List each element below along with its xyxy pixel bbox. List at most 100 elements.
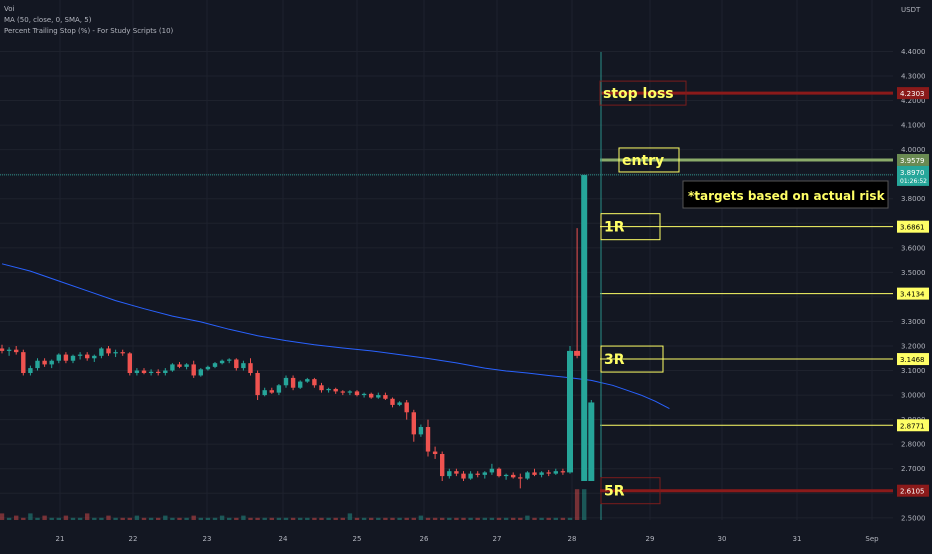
current-price-label: 3.8970 [900, 169, 925, 177]
price-axis[interactable]: 4.40004.30004.20004.10004.00003.90003.80… [897, 48, 929, 522]
volume-bar [276, 517, 282, 520]
volume-bar [85, 513, 90, 520]
symbol-label[interactable]: Voi [4, 4, 173, 15]
candle [369, 393, 374, 398]
volume-bar [290, 517, 296, 520]
candle [461, 473, 466, 479]
time-tick-label: 25 [353, 535, 362, 543]
candle [496, 468, 502, 477]
volume-bar [532, 517, 537, 520]
candle [383, 395, 388, 399]
volume-bar [156, 517, 161, 520]
price-label-2r: 3.4134 [900, 291, 925, 299]
candle [447, 471, 452, 477]
price-chart[interactable]: stop loss entry 1R 3R 5R *targets based on ac… [0, 0, 932, 550]
candle [511, 474, 516, 478]
candle [163, 370, 168, 373]
volume-bar [0, 513, 5, 520]
price-tick-label: 3.1000 [901, 367, 926, 375]
volume-bar [92, 517, 97, 520]
volume-bar [319, 517, 324, 520]
volume-bar [461, 517, 466, 520]
price-tick-label: 3.3000 [901, 318, 926, 326]
price-tick-label: 4.4000 [901, 48, 926, 56]
candle [283, 377, 289, 386]
candle [262, 390, 267, 396]
volume-bar [42, 515, 47, 520]
volume-bar [191, 515, 196, 520]
candle [134, 370, 140, 373]
candle [184, 364, 189, 367]
chart-stage[interactable]: stop loss entry 1R 3R 5R *targets based on ac… [0, 0, 932, 550]
candle [553, 471, 558, 474]
candle [404, 402, 409, 413]
ma-indicator-label[interactable]: MA (50, close, 0, SMA, 5) [4, 15, 173, 26]
volume-bar [333, 517, 338, 520]
time-tick-label: 24 [279, 535, 288, 543]
volume-bar [35, 517, 40, 520]
price-tick-label: 3.0000 [901, 392, 926, 400]
candle [560, 471, 566, 473]
volume-bar [227, 517, 232, 520]
candle [574, 350, 581, 356]
candle [319, 385, 324, 391]
volume-bar [141, 517, 147, 520]
candle [361, 393, 367, 396]
grid-lines [0, 0, 893, 520]
volume-bar [283, 517, 289, 520]
volume-bar [312, 517, 317, 520]
time-tick-label: 30 [718, 535, 727, 543]
candle [0, 348, 5, 351]
price-tick-label: 3.8000 [901, 195, 926, 203]
time-tick-label: Sep [865, 535, 879, 543]
volume-bar [347, 513, 353, 520]
candle [92, 355, 97, 359]
candle [440, 454, 445, 477]
volume-bar [205, 517, 211, 520]
price-tick-label: 2.7000 [901, 465, 926, 473]
time-axis[interactable]: 21 22 23 24 25 26 27 28 29 30 31 Sep [56, 535, 880, 543]
price-label-4r: 2.8771 [900, 422, 925, 430]
price-tick-label: 2.5000 [901, 514, 926, 522]
candle [28, 368, 33, 373]
volume-bar [148, 517, 154, 520]
candle [99, 348, 104, 356]
candle [503, 474, 509, 477]
volume-bar [255, 517, 260, 520]
strategy-indicator-label[interactable]: Percent Trailing Stop (%) - For Study Sc… [4, 26, 173, 37]
candle [475, 473, 480, 475]
candle [241, 363, 246, 369]
candle [63, 354, 69, 361]
candle [77, 354, 83, 356]
candle [21, 352, 26, 373]
level-tags: stop loss entry 1R 3R 5R *targets based on ac… [599, 80, 889, 505]
price-tick-label: 4.0000 [901, 146, 926, 154]
time-tick-label: 26 [420, 535, 429, 543]
candle [85, 354, 90, 359]
candle [298, 381, 303, 388]
candle [290, 377, 296, 388]
volume-bar [49, 517, 54, 520]
time-tick-label: 21 [56, 535, 65, 543]
candle [354, 391, 360, 396]
volume-bar [14, 515, 19, 520]
candle [14, 349, 19, 353]
volume-bar [489, 517, 495, 520]
volume-bar [376, 517, 381, 520]
candle [539, 472, 544, 475]
candle [127, 353, 132, 373]
candle [6, 349, 12, 351]
candle [397, 402, 402, 405]
countdown-label: 01:26:52 [900, 178, 927, 185]
candle [56, 354, 61, 361]
candle [198, 369, 203, 376]
candle [581, 174, 588, 481]
volume-bar [212, 517, 218, 520]
price-tick-label: 3.2000 [901, 343, 926, 351]
price-tick-label: 3.6000 [901, 244, 926, 252]
volume-bar [425, 517, 431, 520]
volume-bar [6, 517, 12, 520]
volume-bar [383, 517, 388, 520]
volume-bar [340, 517, 345, 520]
price-label-5r: 2.6105 [900, 488, 925, 496]
